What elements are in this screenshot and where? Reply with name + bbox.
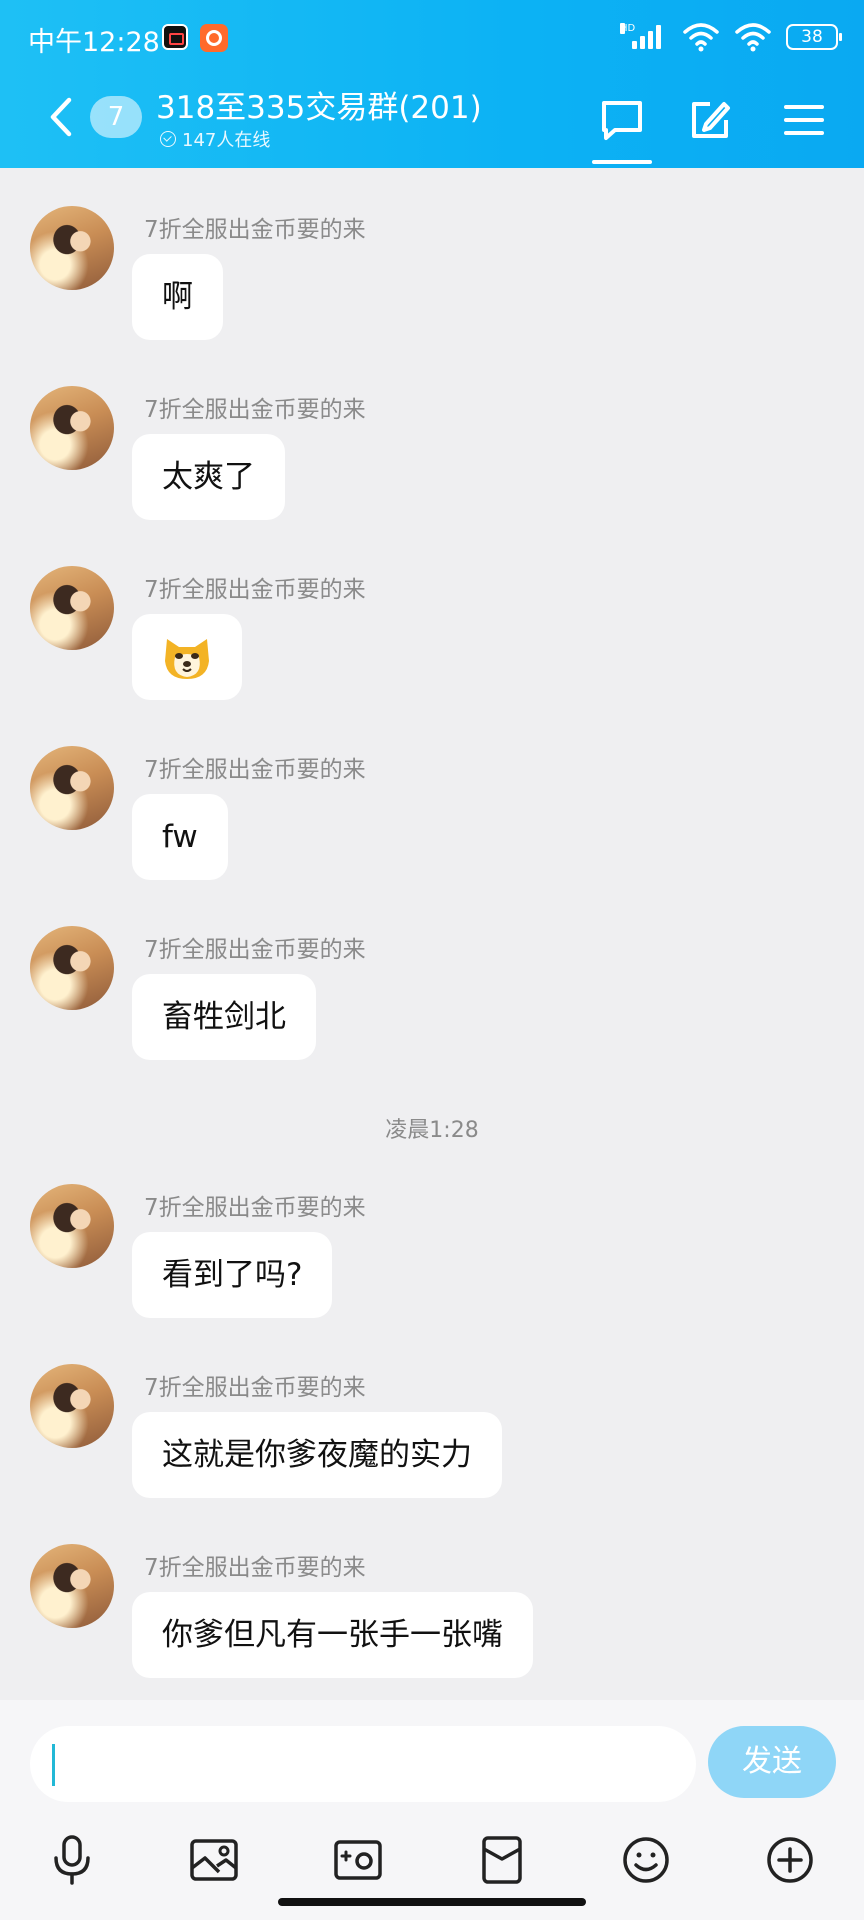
avatar[interactable] — [30, 206, 114, 290]
input-area: 发送 — [0, 1700, 864, 1920]
sender-name[interactable]: 7折全服出金币要的来 — [144, 750, 366, 784]
home-indicator[interactable] — [278, 1898, 586, 1906]
status-time: 中午12:28 — [28, 27, 160, 58]
menu-icon — [784, 105, 824, 135]
sender-name[interactable]: 7折全服出金币要的来 — [144, 390, 366, 424]
battery-icon: 38 — [786, 24, 842, 50]
text-caret — [52, 1744, 55, 1786]
message-bubble[interactable]: 你爹但凡有一张手一张嘴 — [132, 1592, 533, 1678]
avatar[interactable] — [30, 1184, 114, 1268]
signal-icon: HD — [620, 23, 668, 49]
voice-button[interactable] — [42, 1830, 102, 1890]
network-label: HD — [620, 23, 636, 34]
microphone-icon — [54, 1835, 90, 1885]
image-button[interactable] — [184, 1830, 244, 1890]
emoji-icon — [623, 1837, 669, 1883]
sender-name[interactable]: 7折全服出金币要的来 — [144, 1188, 366, 1222]
sender-name[interactable]: 7折全服出金币要的来 — [144, 1548, 366, 1582]
status-bar: 中午12:28 HD 38 — [0, 0, 864, 76]
wifi-icon — [735, 23, 771, 52]
red-packet-button[interactable] — [472, 1830, 532, 1890]
message-bubble[interactable]: 畜牲剑北 — [132, 974, 316, 1060]
unread-count-badge[interactable]: 7 — [90, 96, 142, 138]
image-icon — [190, 1839, 238, 1881]
message-bubble[interactable]: 看到了吗? — [132, 1232, 333, 1318]
message-bubble[interactable]: 啊 — [132, 254, 223, 340]
message-input[interactable] — [30, 1726, 696, 1802]
message-bubble[interactable]: 太爽了 — [132, 434, 285, 520]
sender-name[interactable]: 7折全服出金币要的来 — [144, 930, 366, 964]
back-button[interactable] — [40, 94, 80, 140]
edit-button[interactable] — [682, 92, 738, 148]
chat-header: 中午12:28 HD 38 7 318至335交易群(201) 147人在线 — [0, 0, 864, 168]
avatar[interactable] — [30, 386, 114, 470]
plus-icon — [767, 1837, 813, 1883]
video-app-icon — [162, 24, 188, 50]
status-icons: HD 38 — [620, 20, 842, 54]
message-bubble[interactable]: 这就是你爹夜魔的实力 — [132, 1412, 502, 1498]
camera-button[interactable] — [328, 1830, 388, 1890]
sender-name[interactable]: 7折全服出金币要的来 — [144, 1368, 366, 1402]
menu-button[interactable] — [776, 92, 832, 148]
camera-icon — [334, 1840, 382, 1880]
sender-name[interactable]: 7折全服出金币要的来 — [144, 210, 366, 244]
avatar[interactable] — [30, 926, 114, 1010]
online-check-icon — [160, 131, 176, 147]
message-bubble[interactable]: fw — [132, 794, 228, 880]
sender-name[interactable]: 7折全服出金币要的来 — [144, 570, 366, 604]
avatar[interactable] — [30, 1364, 114, 1448]
chevron-left-icon — [50, 97, 72, 137]
chat-tab-button[interactable] — [594, 92, 650, 148]
active-tab-indicator — [592, 160, 652, 164]
emoji-button[interactable] — [616, 1830, 676, 1890]
send-button[interactable]: 发送 — [708, 1726, 836, 1798]
edit-icon — [692, 102, 730, 138]
online-status: 147人在线 — [160, 126, 270, 152]
sticker-bubble[interactable] — [132, 614, 242, 700]
message-list[interactable]: 7折全服出金币要的来 啊 7折全服出金币要的来 太爽了 7折全服出金币要的来 7… — [0, 168, 864, 1700]
shiba-dog-sticker — [165, 639, 209, 679]
chat-icon — [602, 101, 642, 140]
red-packet-icon — [482, 1836, 522, 1884]
input-toolbar — [0, 1820, 864, 1900]
group-title[interactable]: 318至335交易群(201) — [156, 82, 482, 127]
avatar[interactable] — [30, 1544, 114, 1628]
app-icon — [200, 24, 228, 52]
online-count: 147人在线 — [182, 130, 271, 151]
wifi-icon — [683, 23, 719, 52]
avatar[interactable] — [30, 746, 114, 830]
avatar[interactable] — [30, 566, 114, 650]
message-timestamp: 凌晨1:28 — [385, 1118, 479, 1143]
nav-bar: 7 318至335交易群(201) 147人在线 — [0, 76, 864, 168]
more-button[interactable] — [760, 1830, 820, 1890]
